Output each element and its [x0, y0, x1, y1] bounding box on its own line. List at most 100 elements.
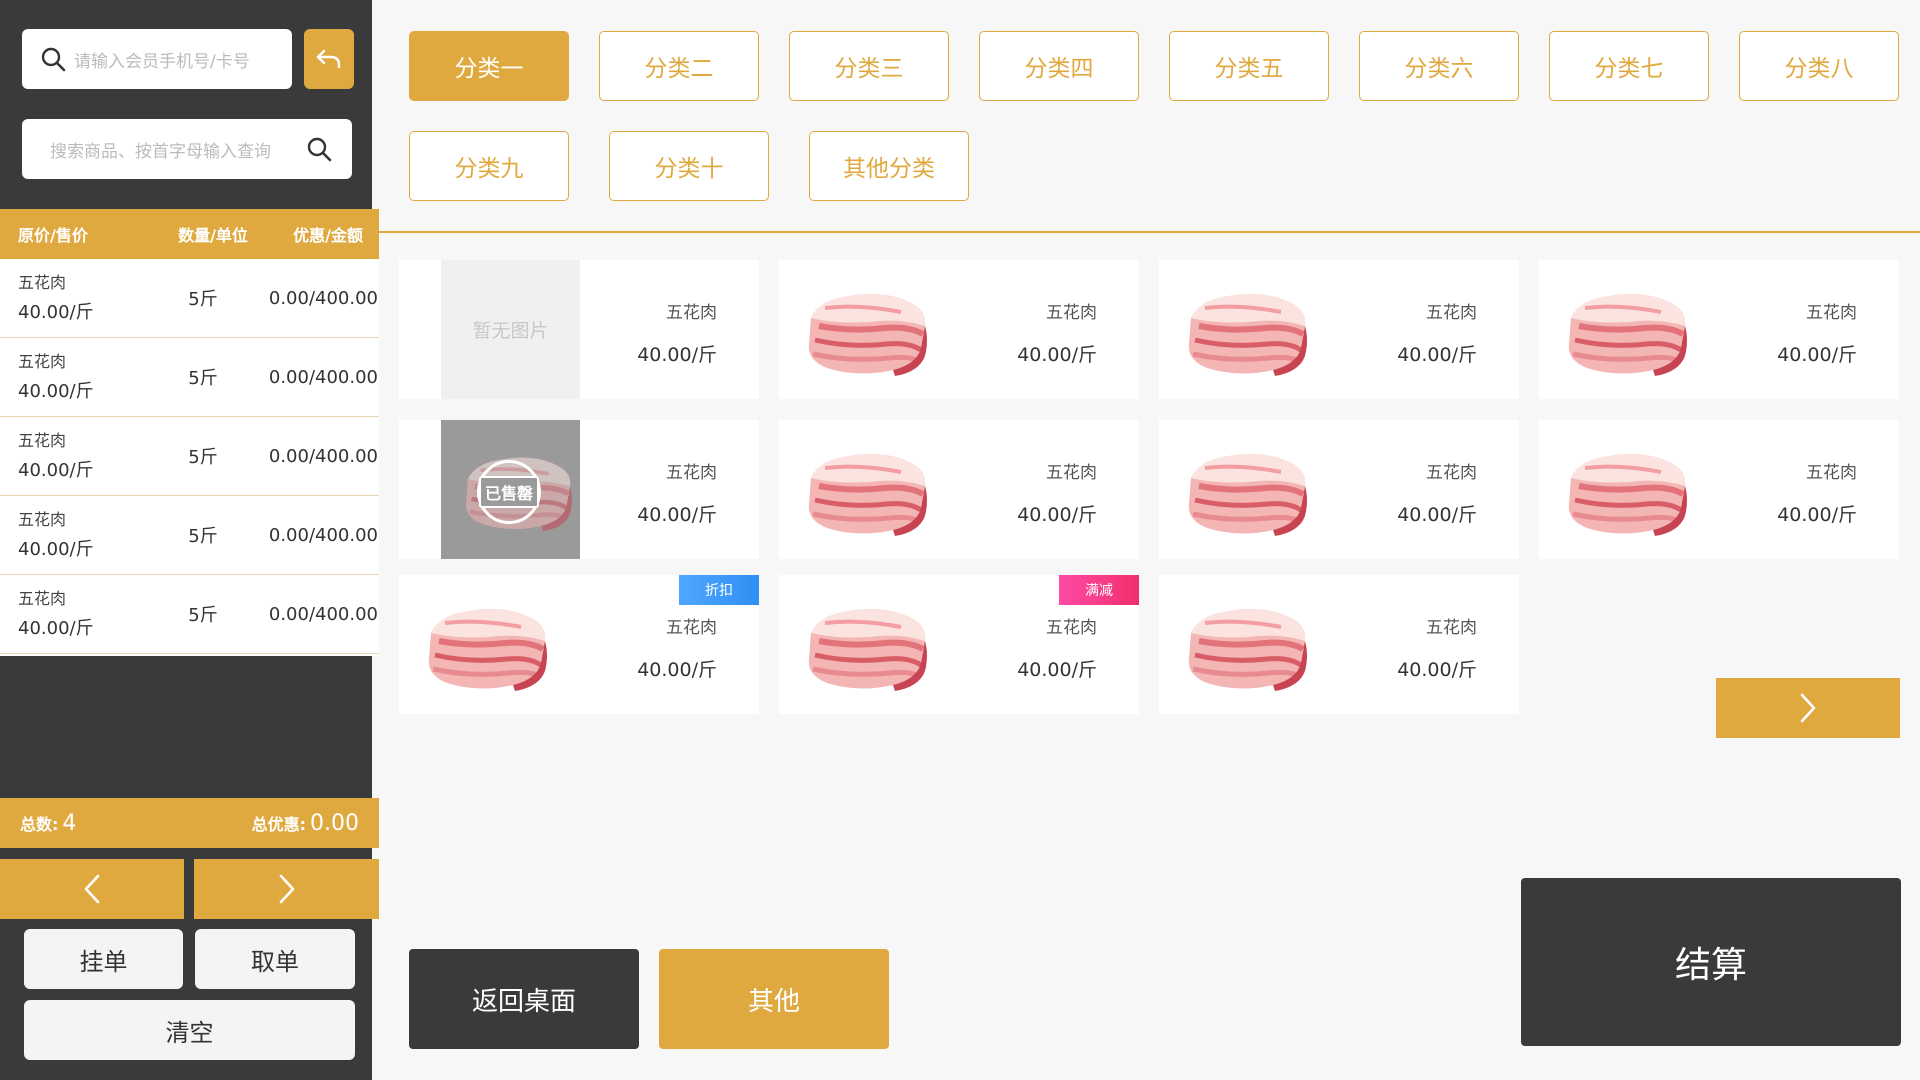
- product-name: 五花肉: [1806, 463, 1857, 483]
- item-quantity: 5斤: [188, 289, 218, 310]
- item-quantity: 5斤: [188, 447, 218, 468]
- header-quantity: 数量/单位: [178, 226, 248, 245]
- product-card[interactable]: 暂无图片 五花肉 40.00/斤: [399, 260, 759, 399]
- table-row[interactable]: 五花肉 40.00/斤 5斤 0.00/400.00: [0, 417, 379, 496]
- total-discount: 总优惠: 0.00: [252, 811, 359, 836]
- category-tab-3[interactable]: 分类三: [789, 31, 949, 101]
- return-button[interactable]: [304, 29, 354, 89]
- product-card[interactable]: 五花肉 40.00/斤: [1159, 575, 1519, 714]
- item-price: 40.00/斤: [18, 381, 94, 402]
- category-tab-4[interactable]: 分类四: [979, 31, 1139, 101]
- total-count-value: 4: [62, 810, 77, 836]
- product-image: [409, 575, 564, 714]
- member-search-placeholder: 请输入会员手机号/卡号: [74, 51, 250, 72]
- product-card[interactable]: 五花肉 40.00/斤: [1539, 420, 1899, 559]
- cart-panel: 请输入会员手机号/卡号 搜索商品、按首字母输入查询 原价/售价 数量/单位 优惠…: [0, 0, 379, 1080]
- cart-table-header: 原价/售价 数量/单位 优惠/金额: [0, 209, 379, 259]
- item-name: 五花肉: [18, 510, 67, 529]
- product-image: [789, 260, 944, 399]
- product-price: 40.00/斤: [637, 344, 717, 366]
- category-tab-10[interactable]: 分类十: [609, 131, 769, 201]
- item-amount: 0.00/400.00: [268, 445, 378, 467]
- table-row[interactable]: 五花肉 40.00/斤 5斤 0.00/400.00: [0, 575, 379, 654]
- full-reduction-badge: 满减: [1059, 575, 1139, 605]
- total-count-label: 总数:: [20, 814, 59, 834]
- product-card[interactable]: 五花肉 40.00/斤: [1539, 260, 1899, 399]
- product-name: 五花肉: [1046, 463, 1097, 483]
- category-tab-7[interactable]: 分类七: [1549, 31, 1709, 101]
- product-search-input[interactable]: 搜索商品、按首字母输入查询: [22, 119, 352, 179]
- table-row[interactable]: 五花肉 40.00/斤 5斤 0.00/400.00: [0, 259, 379, 338]
- header-price: 原价/售价: [18, 226, 88, 245]
- category-tab-8[interactable]: 分类八: [1739, 31, 1899, 101]
- product-image: [1169, 260, 1324, 399]
- clear-cart-button[interactable]: 清空: [24, 1000, 355, 1060]
- category-tab-6[interactable]: 分类六: [1359, 31, 1519, 101]
- category-tab-5[interactable]: 分类五: [1169, 31, 1329, 101]
- cart-prev-page-button[interactable]: [0, 859, 184, 919]
- total-discount-label: 总优惠:: [251, 814, 307, 834]
- product-price: 40.00/斤: [637, 659, 717, 681]
- cart-next-page-button[interactable]: [194, 859, 379, 919]
- product-price: 40.00/斤: [637, 504, 717, 526]
- category-tab-1[interactable]: 分类一: [409, 31, 569, 101]
- product-card-sold-out[interactable]: 已售罄 五花肉 40.00/斤: [399, 420, 759, 559]
- product-card[interactable]: 五花肉 40.00/斤: [1159, 260, 1519, 399]
- product-card[interactable]: 折扣 五花肉 40.00/斤: [399, 575, 759, 714]
- category-divider: [372, 231, 1920, 233]
- product-price: 40.00/斤: [1397, 504, 1477, 526]
- item-price: 40.00/斤: [18, 618, 94, 639]
- product-name: 五花肉: [1426, 463, 1477, 483]
- chevron-right-icon: [279, 874, 294, 904]
- member-search-input[interactable]: 请输入会员手机号/卡号: [22, 29, 292, 89]
- table-row[interactable]: 五花肉 40.00/斤 5斤 0.00/400.00: [0, 496, 379, 575]
- item-price: 40.00/斤: [18, 539, 94, 560]
- sold-out-image: 已售罄: [441, 420, 580, 559]
- product-price: 40.00/斤: [1017, 659, 1097, 681]
- product-name: 五花肉: [1426, 303, 1477, 323]
- product-name: 五花肉: [1046, 618, 1097, 638]
- item-amount: 0.00/400.00: [268, 287, 378, 309]
- item-price: 40.00/斤: [18, 460, 94, 481]
- product-card[interactable]: 五花肉 40.00/斤: [779, 260, 1139, 399]
- product-price: 40.00/斤: [1397, 344, 1477, 366]
- product-card[interactable]: 五花肉 40.00/斤: [1159, 420, 1519, 559]
- checkout-button[interactable]: 结算: [1521, 878, 1901, 1046]
- category-tab-other[interactable]: 其他分类: [809, 131, 969, 201]
- chevron-right-icon: [1800, 693, 1816, 723]
- item-name: 五花肉: [18, 273, 67, 292]
- item-quantity: 5斤: [188, 605, 218, 626]
- item-amount: 0.00/400.00: [268, 524, 378, 546]
- sold-out-stamp-text: 已售罄: [479, 476, 540, 508]
- item-name: 五花肉: [18, 431, 67, 450]
- category-tab-2[interactable]: 分类二: [599, 31, 759, 101]
- product-card[interactable]: 五花肉 40.00/斤: [779, 420, 1139, 559]
- discount-badge: 折扣: [679, 575, 759, 605]
- category-tab-9[interactable]: 分类九: [409, 131, 569, 201]
- product-name: 五花肉: [666, 303, 717, 323]
- product-image: [789, 420, 944, 559]
- cart-totals-bar: 总数: 4 总优惠: 0.00: [0, 798, 379, 848]
- item-quantity: 5斤: [188, 526, 218, 547]
- item-name: 五花肉: [18, 589, 67, 608]
- product-image: [1549, 420, 1704, 559]
- product-card[interactable]: 满减 五花肉 40.00/斤: [779, 575, 1139, 714]
- search-icon[interactable]: [306, 136, 332, 162]
- retrieve-order-button[interactable]: 取单: [195, 929, 355, 989]
- products-next-page-button[interactable]: [1716, 678, 1900, 738]
- product-image: [1169, 575, 1324, 714]
- hold-order-button[interactable]: 挂单: [24, 929, 183, 989]
- search-icon: [41, 47, 66, 72]
- product-price: 40.00/斤: [1777, 504, 1857, 526]
- cart-table: 原价/售价 数量/单位 优惠/金额 五花肉 40.00/斤 5斤 0.00/400…: [0, 209, 379, 656]
- product-price: 40.00/斤: [1017, 504, 1097, 526]
- item-amount: 0.00/400.00: [268, 366, 378, 388]
- sold-out-stamp: 已售罄: [477, 460, 541, 524]
- back-to-desktop-button[interactable]: 返回桌面: [409, 949, 639, 1049]
- product-image: [789, 575, 944, 714]
- product-name: 五花肉: [1426, 618, 1477, 638]
- item-name: 五花肉: [18, 352, 67, 371]
- other-button[interactable]: 其他: [659, 949, 889, 1049]
- product-name: 五花肉: [666, 618, 717, 638]
- table-row[interactable]: 五花肉 40.00/斤 5斤 0.00/400.00: [0, 338, 379, 417]
